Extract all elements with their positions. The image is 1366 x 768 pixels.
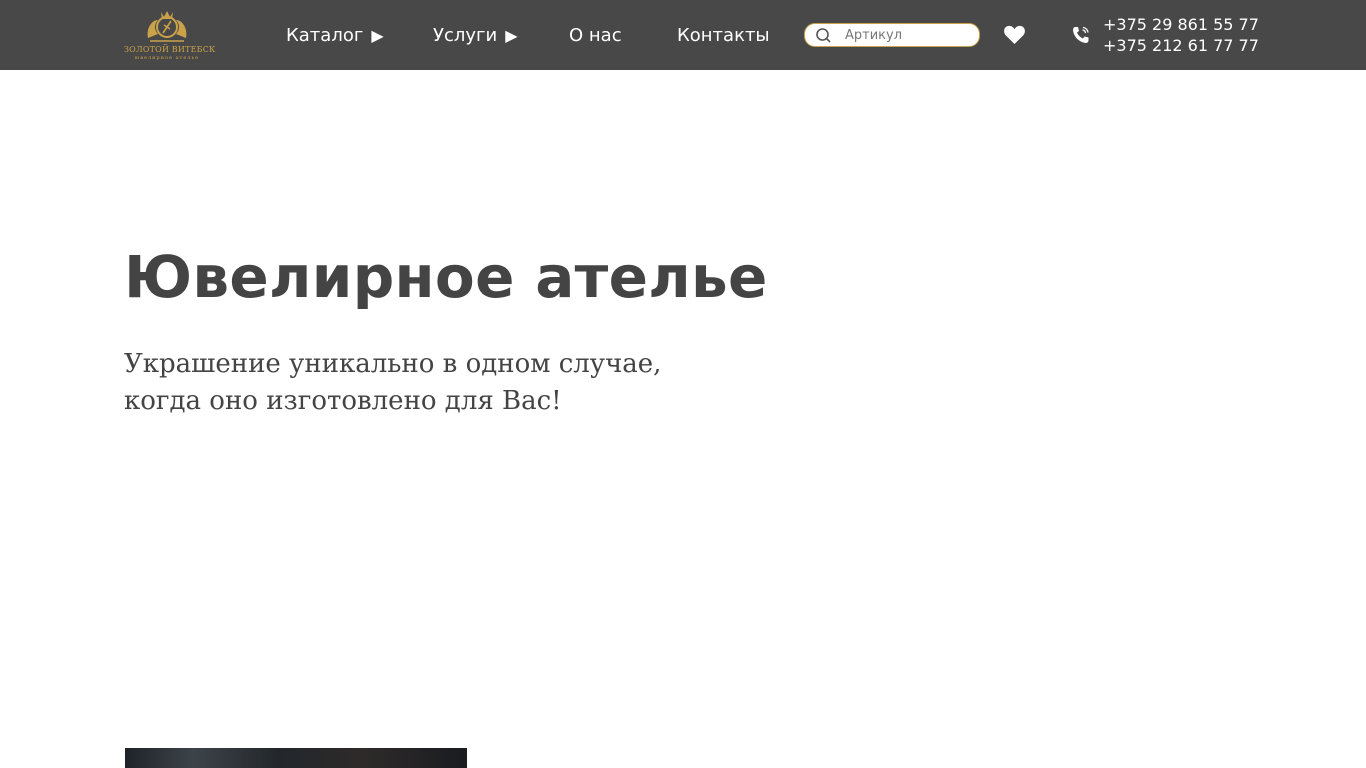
nav-catalog[interactable]: Каталог ▶ xyxy=(286,24,384,48)
nav-services[interactable]: Услуги ▶ xyxy=(433,24,518,48)
logo-title: ЗОЛОТОЙ ВИТЕБСК xyxy=(124,45,216,54)
chevron-right-icon: ▶ xyxy=(371,26,384,45)
hero-title: Ювелирное ателье xyxy=(124,243,768,311)
hero-subtitle-line2: когда оно изготовлено для Вас! xyxy=(124,386,562,416)
phone-number-mobile[interactable]: +375 29 861 55 77 xyxy=(1103,15,1259,35)
nav-services-label: Услуги xyxy=(433,25,498,46)
chevron-right-icon: ▶ xyxy=(505,26,518,45)
hero-photo xyxy=(125,748,467,768)
phone-icon xyxy=(1073,26,1089,43)
search-box xyxy=(804,23,980,47)
nav-catalog-label: Каталог xyxy=(286,25,364,46)
nav-about-label: О нас xyxy=(569,25,622,46)
phone-number-landline[interactable]: +375 212 61 77 77 xyxy=(1103,36,1259,56)
search-icon[interactable] xyxy=(815,27,832,44)
hero-subtitle: Украшение уникально в одном случае, когд… xyxy=(124,346,661,420)
logo[interactable]: ЗОЛОТОЙ ВИТЕБСК ювелирное ателье xyxy=(124,8,216,62)
nav-contacts[interactable]: Контакты xyxy=(677,24,770,48)
search-input[interactable] xyxy=(845,26,971,44)
nav-contacts-label: Контакты xyxy=(677,25,770,46)
site-header: ЗОЛОТОЙ ВИТЕБСК ювелирное ателье Каталог… xyxy=(0,0,1366,70)
heart-icon[interactable] xyxy=(1003,24,1026,45)
logo-emblem-icon xyxy=(147,11,187,42)
nav-about[interactable]: О нас xyxy=(569,24,622,48)
hero-subtitle-line1: Украшение уникально в одном случае, xyxy=(124,349,662,379)
logo-tagline: ювелирное ателье xyxy=(134,55,200,61)
